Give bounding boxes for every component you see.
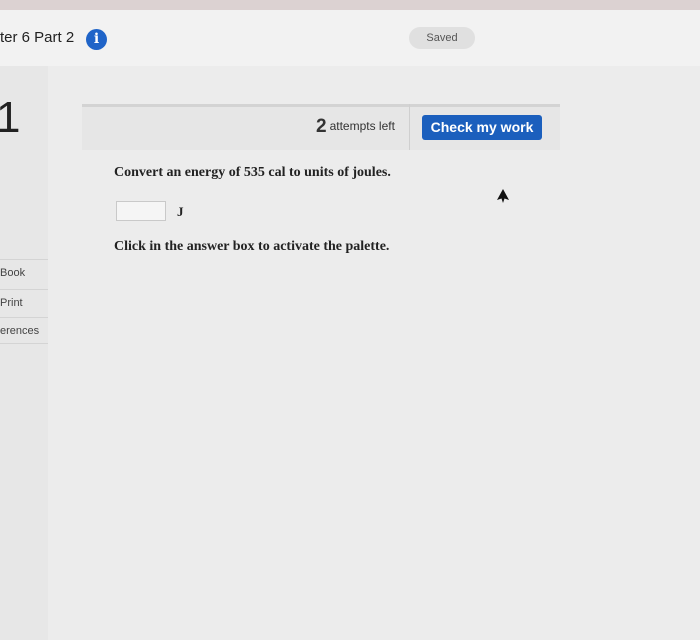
- question-prompt: Convert an energy of 535 cal to units of…: [114, 165, 391, 180]
- check-my-work-button[interactable]: Check my work: [422, 115, 542, 140]
- chapter-title: ter 6 Part 2: [0, 29, 75, 46]
- divider: [409, 104, 410, 150]
- info-icon[interactable]: i: [86, 29, 107, 50]
- palette-hint: Click in the answer box to activate the …: [114, 239, 390, 254]
- question-number: 1: [0, 93, 21, 142]
- attempts-count: 2: [316, 116, 327, 137]
- mouse-pointer-icon: [497, 189, 509, 203]
- sidebar-item-print[interactable]: Print: [0, 289, 48, 316]
- sidebar: [0, 66, 48, 640]
- attempts-indicator: 2 attempts left: [316, 116, 395, 138]
- saved-status-badge: Saved: [409, 27, 475, 49]
- answer-input[interactable]: [116, 201, 166, 221]
- attempts-label: attempts left: [329, 119, 395, 133]
- sidebar-item-ebook[interactable]: Book: [0, 259, 48, 286]
- answer-unit: J: [177, 204, 184, 219]
- sidebar-item-references[interactable]: erences: [0, 317, 48, 344]
